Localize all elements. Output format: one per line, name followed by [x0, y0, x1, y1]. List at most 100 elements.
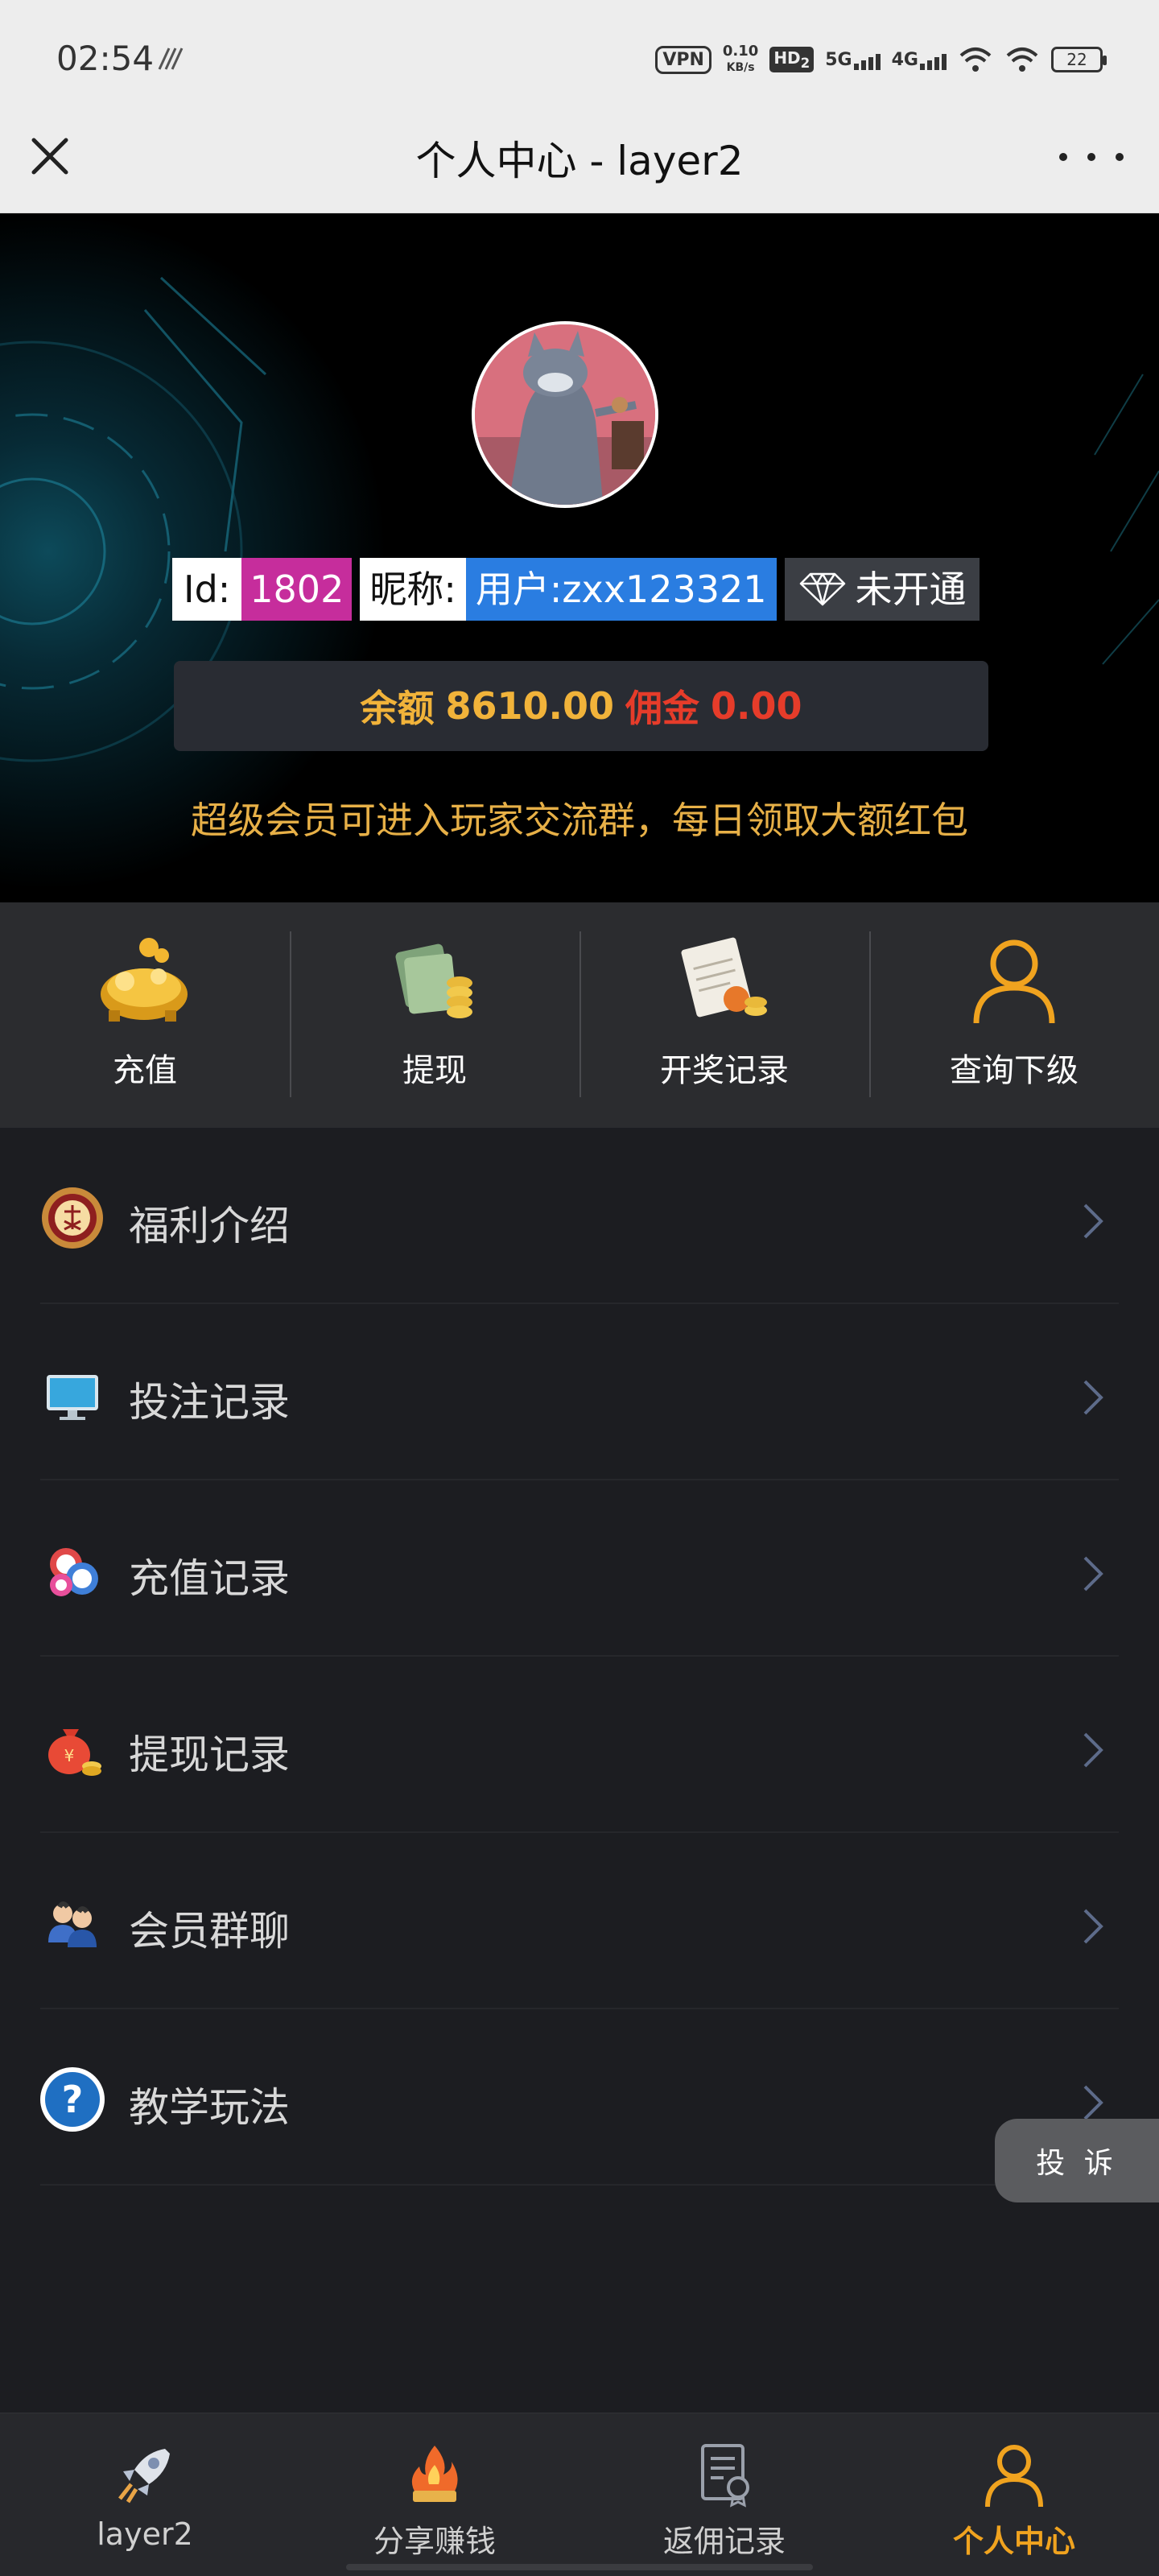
poker-chips-icon: [50, 1548, 98, 1596]
nickname-value: 用户:zxx123321: [465, 558, 777, 621]
user-icon: [973, 939, 1055, 1024]
page: 02:54 VPN 0.10 KB/s HD2 5G 4G 22 个人中心 - …: [0, 0, 1159, 2576]
chevron-right-icon: [1083, 1203, 1103, 1239]
menu-item-label: 投注记录: [129, 1379, 290, 1426]
user-id-badge: Id: 1802: [172, 558, 353, 621]
commission-value: 0.00: [711, 684, 802, 728]
speed-unit: KB/s: [726, 61, 755, 74]
user-info-row: Id: 1802 昵称: 用户:zxx123321 未开通: [172, 558, 980, 621]
hd-badge: HD2: [769, 47, 815, 72]
status-icons: VPN 0.10 KB/s HD2 5G 4G 22: [655, 40, 1107, 79]
bottom-tab-bar: layer2 分享赚钱 返佣记录 个人中心: [0, 2413, 1159, 2576]
piggy-bank-icon: [101, 938, 188, 1022]
order-record-icon: [681, 937, 767, 1018]
menu-item-withdraw-records[interactable]: ¥ 提现记录: [0, 1657, 1159, 1833]
balance-label: 余额: [360, 687, 435, 730]
menu-item-welfare[interactable]: 福利介绍: [0, 1128, 1159, 1304]
status-bar: 02:54 VPN 0.10 KB/s HD2 5G 4G 22: [0, 0, 1159, 105]
menu-item-tutorial[interactable]: ? 教学玩法: [0, 2009, 1159, 2186]
status-time: 02:54: [56, 39, 155, 78]
balance-value: 8610.00: [445, 684, 614, 728]
quick-action-label: 充值: [113, 1052, 177, 1089]
title-bar: 个人中心 - layer2: [0, 105, 1159, 213]
tab-label: 个人中心: [952, 2524, 1075, 2559]
cash-coins-icon: [395, 943, 472, 1018]
avatar[interactable]: [472, 321, 658, 508]
diamond-icon: [799, 572, 845, 606]
dot: [1059, 153, 1067, 161]
vpn-badge: VPN: [655, 45, 711, 74]
complain-button[interactable]: 投 诉: [995, 2119, 1159, 2202]
network-speed: 0.10 KB/s: [723, 43, 758, 76]
signal-4g: 4G: [892, 50, 947, 70]
vip-status-label: 未开通: [855, 568, 967, 611]
tab-label: 返佣记录: [662, 2524, 786, 2559]
hd-sub: 2: [800, 56, 810, 71]
menu-item-label: 福利介绍: [129, 1203, 290, 1249]
nickname-label: 昵称:: [360, 558, 466, 621]
vip-notice: 超级会员可进入玩家交流群，每日领取大额红包: [191, 799, 968, 842]
rocket-icon: [118, 2449, 170, 2504]
tab-rebate-records[interactable]: 返佣记录: [580, 2413, 869, 2576]
wifi-icon: [1006, 47, 1038, 72]
menu-list: 福利介绍 投注记录 充值记录 ¥ 提现记录 会员群聊 ? 教学玩法: [0, 1128, 1159, 2186]
tab-personal-center[interactable]: 个人中心: [869, 2413, 1159, 2576]
certificate-icon: [701, 2444, 749, 2508]
quick-action-subordinates[interactable]: 查询下级: [869, 902, 1159, 1128]
menu-item-label: 充值记录: [129, 1555, 290, 1602]
tab-layer2[interactable]: layer2: [0, 2413, 290, 2576]
tab-label: 分享赚钱: [373, 2524, 496, 2559]
page-title: 个人中心 - layer2: [415, 138, 744, 184]
signal-bars-icon: [920, 53, 947, 70]
flame-gift-icon: [411, 2446, 458, 2502]
profile-header: Id: 1802 昵称: 用户:zxx123321 未开通 余额 8610.00…: [0, 213, 1159, 902]
money-bag-icon: ¥: [48, 1729, 101, 1776]
group-users-icon: [48, 1901, 97, 1947]
wifi-icon: [959, 47, 992, 72]
home-indicator[interactable]: [346, 2564, 813, 2570]
quick-action-recharge[interactable]: 充值: [0, 902, 290, 1128]
dot: [1087, 153, 1095, 161]
svg-text:¥: ¥: [64, 1746, 75, 1765]
quick-action-label: 查询下级: [950, 1052, 1079, 1089]
help-question-icon: ?: [40, 2067, 105, 2132]
commission-label: 佣金: [625, 687, 699, 730]
signal-bars-icon: [853, 53, 881, 70]
net1-label: 5G: [825, 49, 852, 70]
chevron-right-icon: [1083, 1732, 1103, 1768]
vip-status-badge[interactable]: 未开通: [784, 558, 980, 621]
tab-label: layer2: [97, 2516, 193, 2552]
monitor-icon: [47, 1375, 98, 1420]
menu-item-member-chat[interactable]: 会员群聊: [0, 1833, 1159, 2009]
more-options-button[interactable]: [1059, 137, 1124, 177]
avatar-image: [475, 324, 655, 505]
chevron-right-icon: [1083, 1556, 1103, 1591]
nickname-badge: 昵称: 用户:zxx123321: [360, 558, 777, 621]
quick-action-label: 提现: [402, 1052, 467, 1089]
battery-icon: 22: [1051, 47, 1107, 72]
menu-item-label: 提现记录: [129, 1732, 290, 1778]
svg-text:?: ?: [62, 2078, 84, 2121]
menu-item-bet-records[interactable]: 投注记录: [0, 1304, 1159, 1480]
menu-item-label: 教学玩法: [129, 2084, 290, 2131]
user-id-value: 1802: [241, 558, 353, 621]
user-id-label: Id:: [172, 558, 242, 621]
balance-box: 余额 8610.00 佣金 0.00: [174, 661, 988, 751]
user-icon: [985, 2445, 1043, 2508]
chevron-right-icon: [1083, 1380, 1103, 1415]
signal-swirl-icon: [158, 47, 184, 70]
menu-item-recharge-records[interactable]: 充值记录: [0, 1480, 1159, 1657]
quick-actions: 充值 提现 开奖记录 查询下级: [0, 902, 1159, 1128]
menu-item-label: 会员群聊: [129, 1908, 290, 1955]
tab-share-earn[interactable]: 分享赚钱: [290, 2413, 580, 2576]
signal-5g: 5G: [825, 49, 881, 70]
quick-action-draw-records[interactable]: 开奖记录: [580, 902, 869, 1128]
net2-label: 4G: [891, 49, 918, 70]
speed-value: 0.10: [722, 43, 759, 60]
chevron-right-icon: [1083, 1909, 1103, 1944]
dot: [1116, 153, 1124, 161]
hd-label: HD: [773, 48, 801, 68]
award-medal-icon: [42, 1187, 103, 1249]
quick-action-label: 开奖记录: [660, 1052, 789, 1089]
quick-action-withdraw[interactable]: 提现: [290, 902, 580, 1128]
